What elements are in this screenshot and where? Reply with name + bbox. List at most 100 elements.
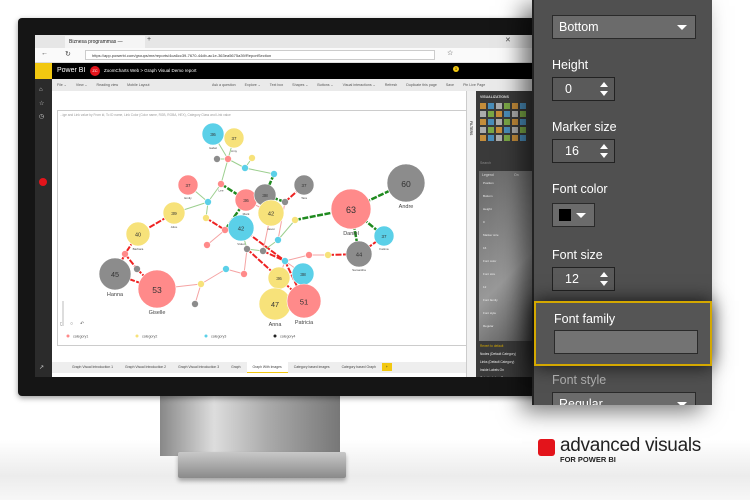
toolbar-item[interactable]: Refresh bbox=[385, 83, 398, 87]
font-family-input[interactable] bbox=[554, 330, 698, 354]
visual-type-icon[interactable] bbox=[512, 111, 518, 117]
increment-icon[interactable] bbox=[600, 82, 608, 87]
visual-type-icon[interactable] bbox=[504, 103, 510, 109]
graph-node[interactable] bbox=[121, 250, 129, 258]
format-section[interactable]: Revert to default bbox=[480, 344, 503, 348]
filters-pane[interactable]: FILTERS bbox=[466, 91, 476, 377]
graph-node[interactable] bbox=[133, 265, 141, 273]
visual-type-icon[interactable] bbox=[496, 111, 502, 117]
legend-item[interactable]: category3 bbox=[211, 335, 226, 339]
undo-icon[interactable]: ↶ bbox=[80, 321, 84, 327]
toolbar-item[interactable]: Mobile Layout bbox=[127, 83, 149, 87]
toolbar-item[interactable]: View ⌄ bbox=[76, 83, 88, 87]
page-tab[interactable]: Graph Visual Introduction 3 bbox=[172, 362, 225, 372]
visual-type-icon[interactable] bbox=[512, 127, 518, 133]
graph-node[interactable] bbox=[241, 164, 249, 172]
graph-node[interactable] bbox=[224, 155, 232, 163]
browser-tab[interactable]: Biznesa programmas — bbox=[65, 36, 145, 48]
expand-icon[interactable]: ↗ bbox=[39, 364, 44, 371]
back-icon[interactable]: ← bbox=[41, 50, 48, 57]
toolbar-item[interactable]: Text box bbox=[270, 83, 283, 87]
toolbar-item[interactable]: Explore ⌄ bbox=[245, 83, 261, 87]
graph-node[interactable] bbox=[202, 214, 210, 222]
format-section[interactable]: Links (Default Category) bbox=[480, 360, 514, 364]
visual-type-icon[interactable] bbox=[520, 119, 526, 125]
workspace-icon[interactable] bbox=[39, 178, 47, 186]
decrement-icon[interactable] bbox=[600, 281, 608, 286]
increment-icon[interactable] bbox=[600, 272, 608, 277]
format-section[interactable]: Inside Labels On bbox=[480, 368, 504, 372]
visual-type-icon[interactable] bbox=[480, 111, 486, 117]
increment-icon[interactable] bbox=[600, 144, 608, 149]
graph-node[interactable] bbox=[240, 270, 248, 278]
format-section[interactable]: Nodes (Default Category) bbox=[480, 352, 516, 356]
toolbar-item[interactable]: Duplicate this page bbox=[406, 83, 437, 87]
avatar[interactable]: ZC bbox=[90, 66, 100, 76]
graph-node[interactable] bbox=[213, 155, 221, 163]
visual-type-icon[interactable] bbox=[512, 103, 518, 109]
breadcrumb[interactable]: ZoomCharts Web > Graph Visual Demo repor… bbox=[104, 68, 197, 73]
reset-icon[interactable]: ○ bbox=[70, 321, 73, 327]
page-tab[interactable]: Category based images bbox=[288, 362, 336, 372]
notification-badge[interactable]: 1 bbox=[453, 66, 459, 72]
refresh-icon[interactable]: ↻ bbox=[65, 50, 71, 58]
toolbar-item[interactable]: Reading view bbox=[97, 83, 119, 87]
legend-toggle[interactable]: On bbox=[514, 173, 519, 177]
close-window-icon[interactable]: ✕ bbox=[505, 36, 511, 44]
visual-type-icon[interactable] bbox=[520, 103, 526, 109]
height-stepper[interactable]: 0 bbox=[552, 77, 615, 101]
visual-type-icon[interactable] bbox=[504, 135, 510, 141]
graph-node[interactable] bbox=[291, 216, 299, 224]
toolbar-item[interactable]: Visual interactions ⌄ bbox=[343, 83, 376, 87]
viz-search[interactable]: Search bbox=[480, 161, 491, 165]
visual-type-icon[interactable] bbox=[496, 127, 502, 133]
visual-type-icon[interactable] bbox=[520, 135, 526, 141]
home-icon[interactable]: ⌂ bbox=[39, 87, 43, 93]
visual-type-icon[interactable] bbox=[480, 135, 486, 141]
graph-node[interactable] bbox=[324, 251, 332, 259]
visual-type-icon[interactable] bbox=[504, 127, 510, 133]
graph-node[interactable] bbox=[221, 226, 229, 234]
graph-visual[interactable]: ...ige and Link value by From id, To ID … bbox=[57, 110, 467, 346]
legend-position-dropdown[interactable]: Bottom bbox=[552, 15, 696, 39]
visual-type-icon[interactable] bbox=[520, 127, 526, 133]
url-input[interactable]: https://app.powerbi.com/groups/me/report… bbox=[85, 50, 435, 60]
graph-node[interactable] bbox=[191, 300, 199, 308]
visual-type-icon[interactable] bbox=[488, 119, 494, 125]
toolbar-item[interactable]: Buttons ⌄ bbox=[317, 83, 333, 87]
visual-type-icon[interactable] bbox=[512, 119, 518, 125]
favorite-icon[interactable]: ☆ bbox=[447, 49, 453, 57]
app-launcher-icon[interactable] bbox=[35, 63, 52, 79]
toolbar-item[interactable]: File ⌄ bbox=[57, 83, 67, 87]
graph-node[interactable] bbox=[248, 154, 256, 162]
legend-item[interactable]: category1 bbox=[73, 335, 88, 339]
visual-type-icon[interactable] bbox=[488, 103, 494, 109]
visual-type-icon[interactable] bbox=[480, 103, 486, 109]
graph-node[interactable] bbox=[281, 198, 289, 206]
network-graph[interactable]: 36Isabel37Amy37EmilyLee36Mark38Robert37T… bbox=[58, 111, 468, 347]
visual-type-icon[interactable] bbox=[520, 111, 526, 117]
page-tab[interactable]: Category based Graph bbox=[336, 362, 382, 372]
toolbar-item[interactable]: Ask a question bbox=[212, 83, 236, 87]
new-tab-icon[interactable]: + bbox=[147, 36, 151, 43]
favorites-icon[interactable]: ☆ bbox=[39, 100, 44, 107]
visual-type-icon[interactable] bbox=[480, 127, 486, 133]
graph-node[interactable] bbox=[270, 170, 278, 178]
graph-node[interactable] bbox=[281, 257, 289, 265]
visual-type-icon[interactable] bbox=[496, 119, 502, 125]
visual-type-icon[interactable] bbox=[504, 119, 510, 125]
decrement-icon[interactable] bbox=[600, 91, 608, 96]
toolbar-item[interactable]: Pin Live Page bbox=[463, 83, 485, 87]
page-tab[interactable]: Graph Visual Introduction 2 bbox=[119, 362, 172, 372]
graph-node[interactable] bbox=[204, 198, 212, 206]
legend-item[interactable]: category2 bbox=[142, 335, 157, 339]
visual-type-icon[interactable] bbox=[480, 119, 486, 125]
recent-icon[interactable]: ◷ bbox=[39, 113, 44, 120]
font-style-dropdown[interactable]: Regular bbox=[552, 392, 696, 405]
visual-type-icon[interactable] bbox=[488, 135, 494, 141]
toolbar-item[interactable]: Save bbox=[446, 83, 454, 87]
visual-type-icon[interactable] bbox=[496, 103, 502, 109]
visual-type-icon[interactable] bbox=[496, 135, 502, 141]
font-size-stepper[interactable]: 12 bbox=[552, 267, 615, 291]
toolbar-item[interactable]: Shapes ⌄ bbox=[292, 83, 308, 87]
